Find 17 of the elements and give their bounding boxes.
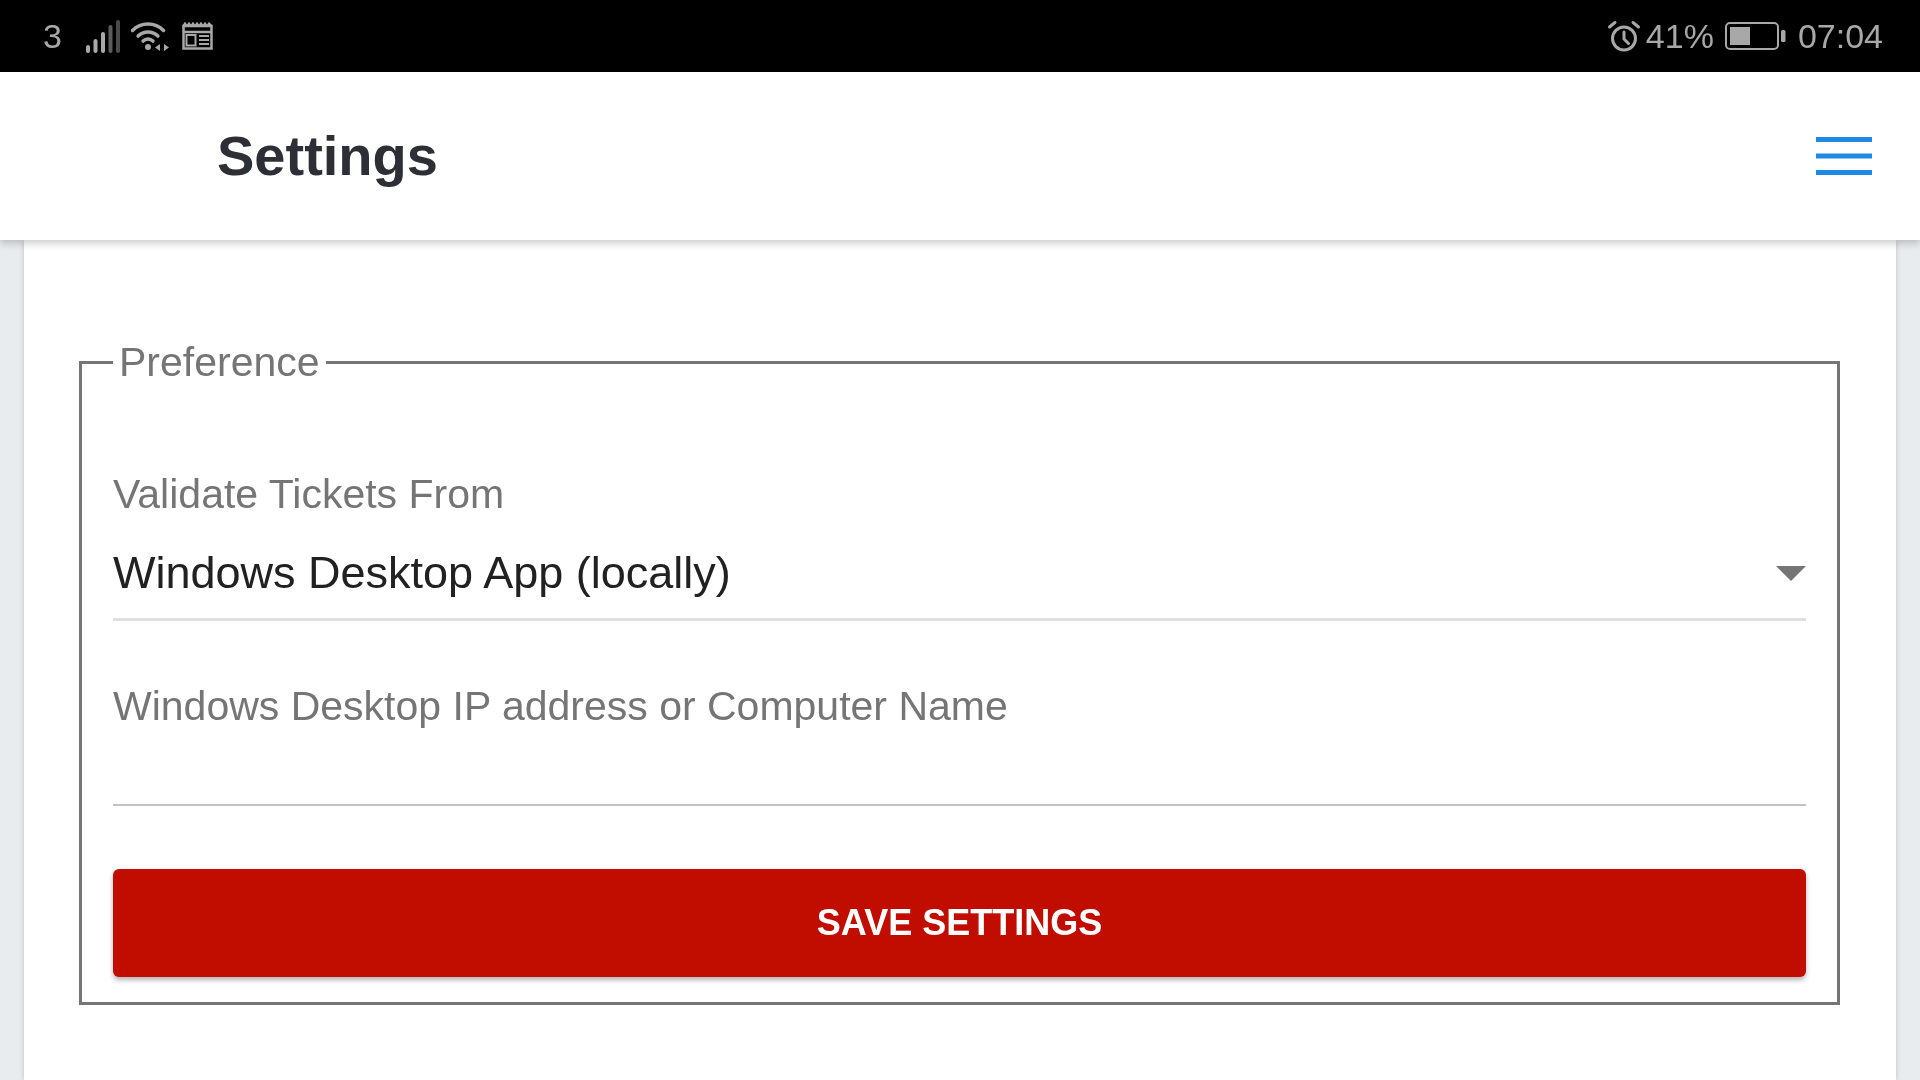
wifi-icon: [130, 21, 171, 51]
text-input[interactable]: Windows Desktop IP address or Computer Name: [113, 621, 1806, 806]
battery-percent: 41%: [1645, 16, 1714, 56]
newspaper-icon: [181, 22, 213, 50]
field-label: Validate Tickets From: [113, 471, 505, 517]
carrier-label: 3: [43, 16, 62, 56]
signal-icon: [85, 19, 122, 53]
clock-time: 07:04: [1797, 16, 1883, 56]
battery-icon: [1724, 22, 1786, 50]
dropdown[interactable]: Windows Desktop App (locally): [113, 548, 1806, 621]
menu-icon: [1816, 137, 1872, 175]
save-settings-button[interactable]: SAVE SETTINGS: [113, 869, 1806, 977]
group-legend: Preference: [113, 339, 326, 385]
caret-icon: [1776, 565, 1806, 581]
alarm-clock-icon: [1606, 20, 1641, 52]
menu-button[interactable]: [1816, 137, 1872, 175]
page-title: Settings: [217, 124, 439, 188]
